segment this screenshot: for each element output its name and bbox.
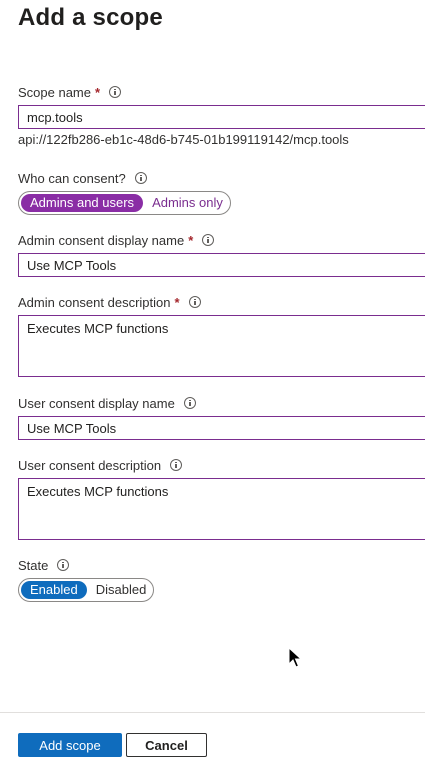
- scope-uri-text: api://122fb286-eb1c-48d6-b745-01b1991191…: [18, 132, 349, 147]
- panel-title: Add a scope: [18, 4, 163, 31]
- admin-description-label: Admin consent description: [18, 294, 171, 310]
- info-icon[interactable]: [170, 459, 183, 471]
- state-label: State: [18, 557, 49, 573]
- scope-name-input[interactable]: [18, 105, 425, 129]
- who-can-consent-toggle: Admins and users Admins only: [18, 191, 231, 215]
- info-icon[interactable]: [183, 397, 196, 409]
- info-icon[interactable]: [188, 296, 201, 308]
- cancel-button[interactable]: Cancel: [126, 733, 207, 757]
- info-icon[interactable]: [134, 172, 147, 184]
- required-asterisk: *: [188, 232, 194, 248]
- user-description-input[interactable]: Executes MCP functions: [18, 478, 425, 540]
- user-description-label-row: User consent description: [18, 456, 183, 474]
- option-admins-and-users[interactable]: Admins and users: [21, 194, 144, 212]
- required-asterisk: *: [174, 294, 180, 310]
- required-asterisk: *: [95, 84, 101, 100]
- info-icon[interactable]: [202, 234, 215, 246]
- add-scope-button[interactable]: Add scope: [18, 733, 122, 757]
- user-display-name-label-row: User consent display name: [18, 394, 196, 412]
- option-admins-only[interactable]: Admins only: [143, 194, 232, 212]
- admin-display-name-label-row: Admin consent display name *: [18, 231, 215, 249]
- mouse-cursor-icon: [288, 647, 302, 668]
- info-icon[interactable]: [109, 86, 122, 98]
- admin-display-name-label: Admin consent display name: [18, 232, 185, 248]
- user-display-name-input[interactable]: [18, 416, 425, 440]
- who-can-consent-label-row: Who can consent?: [18, 169, 147, 187]
- admin-display-name-input[interactable]: [18, 253, 425, 277]
- state-toggle: Enabled Disabled: [18, 578, 154, 602]
- state-label-row: State: [18, 556, 70, 574]
- scope-name-label: Scope name: [18, 84, 91, 100]
- who-can-consent-label: Who can consent?: [18, 170, 126, 186]
- admin-description-label-row: Admin consent description *: [18, 293, 201, 311]
- user-description-label: User consent description: [18, 457, 162, 473]
- scope-name-label-row: Scope name *: [18, 83, 122, 101]
- option-disabled[interactable]: Disabled: [87, 581, 156, 599]
- info-icon[interactable]: [57, 559, 70, 571]
- admin-description-input[interactable]: Executes MCP functions: [18, 315, 425, 377]
- footer-divider: [0, 712, 425, 713]
- user-display-name-label: User consent display name: [18, 395, 175, 411]
- option-enabled[interactable]: Enabled: [21, 581, 87, 599]
